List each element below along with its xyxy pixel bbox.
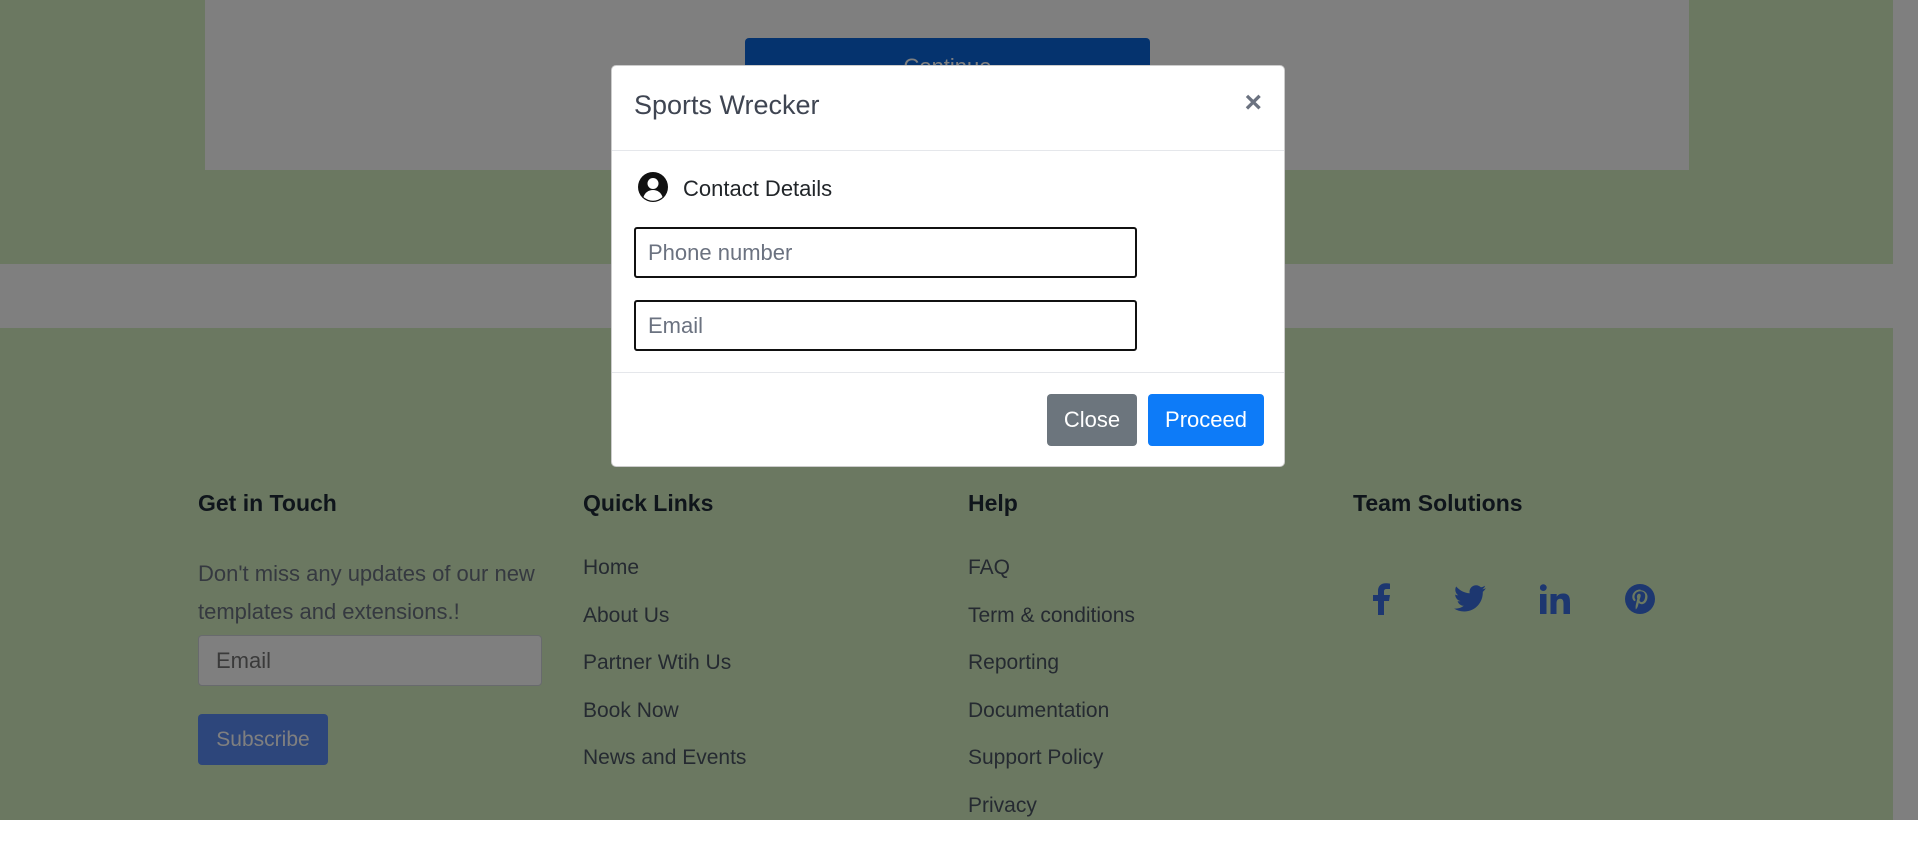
modal-header: Sports Wrecker × [612,66,1284,151]
contact-modal: Sports Wrecker × Contact Details Close P… [611,65,1285,467]
user-avatar-icon [637,171,669,203]
modal-close-icon[interactable]: × [1244,88,1262,118]
proceed-button[interactable]: Proceed [1148,394,1264,446]
email-input[interactable] [634,300,1137,351]
modal-title: Sports Wrecker [634,90,820,121]
contact-details-label: Contact Details [683,176,832,202]
phone-number-input[interactable] [634,227,1137,278]
close-button[interactable]: Close [1047,394,1137,446]
modal-footer-divider [612,372,1284,373]
